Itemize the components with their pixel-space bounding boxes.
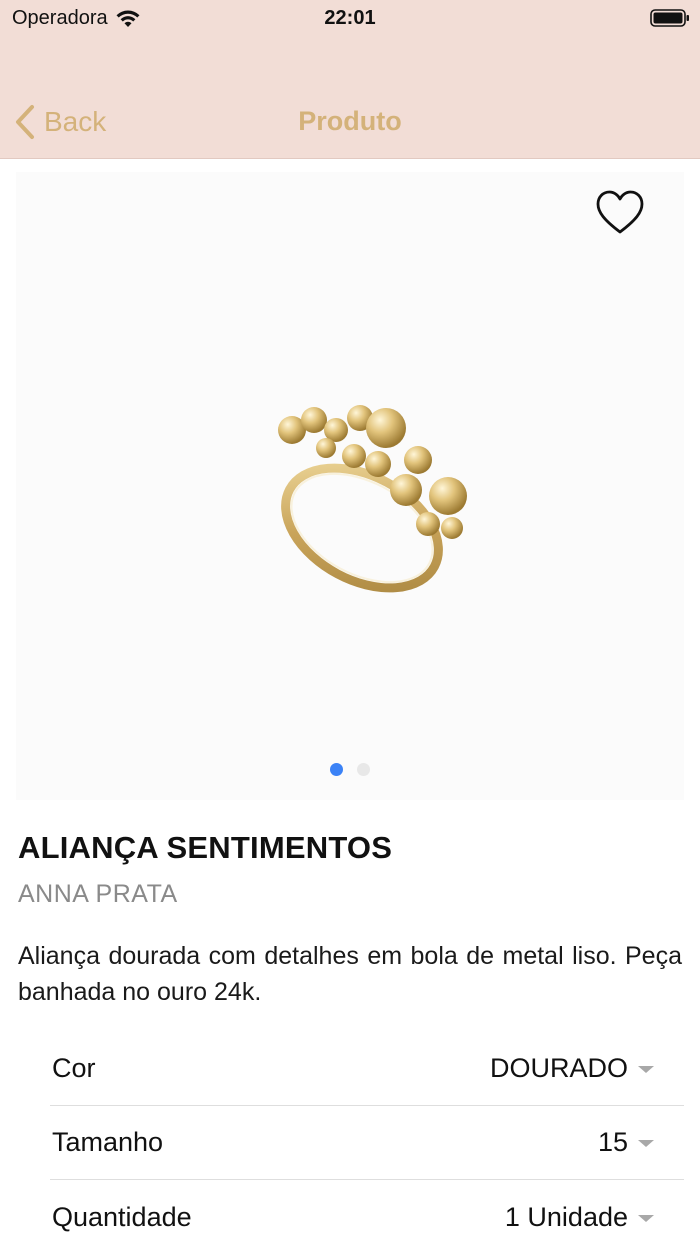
page-title: Produto [298, 106, 402, 136]
product-description: Aliança dourada com detalhes em bola de … [18, 942, 682, 1006]
caret-down-icon [638, 1214, 654, 1222]
status-time: 22:01 [324, 7, 376, 29]
product-brand: ANNA PRATA [18, 880, 178, 908]
product-name: ALIANÇA SENTIMENTOS [18, 830, 393, 865]
heart-outline-icon[interactable] [594, 188, 646, 240]
navigation-bar: Back Produto [0, 40, 700, 159]
option-quantity[interactable]: Quantidade 1 Unidade [50, 1180, 684, 1244]
pager-dot[interactable] [357, 763, 370, 776]
product-options: Cor DOURADO Tamanho 15 Quantidade 1 Unid… [50, 1032, 684, 1244]
option-label: Tamanho [52, 1127, 164, 1157]
image-pager[interactable] [16, 763, 684, 776]
option-value: DOURADO [489, 1053, 628, 1083]
option-select[interactable]: 15 [598, 1127, 684, 1158]
caret-down-icon [638, 1066, 654, 1073]
caret-down-icon [638, 1140, 654, 1147]
option-color[interactable]: Cor DOURADO [50, 1032, 684, 1106]
pager-dot-active[interactable] [330, 763, 343, 776]
option-label: Cor [52, 1053, 96, 1083]
option-select[interactable]: DOURADO [490, 1053, 684, 1084]
product-image [278, 405, 467, 593]
product-gallery[interactable] [16, 172, 684, 800]
status-bar: Operadora 22:01 [0, 0, 700, 40]
option-value: 15 [597, 1127, 628, 1157]
option-size[interactable]: Tamanho 15 [50, 1106, 684, 1180]
option-select[interactable]: 1 Unidade [505, 1202, 684, 1233]
option-value: 1 Unidade [504, 1201, 628, 1232]
option-label: Quantidade [52, 1201, 192, 1232]
battery-icon [650, 9, 689, 27]
